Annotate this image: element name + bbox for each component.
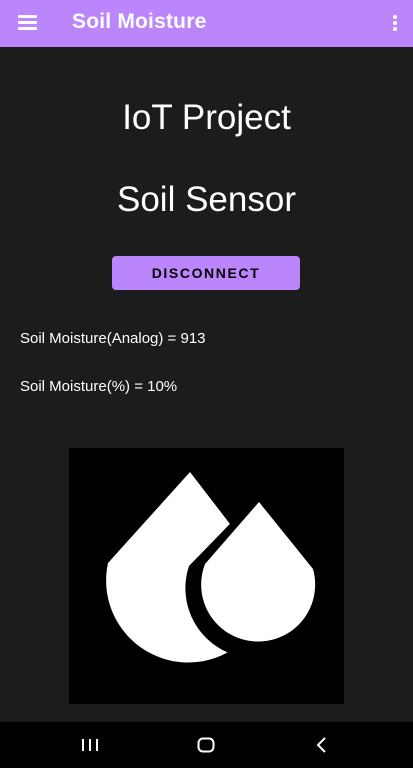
overflow-menu-icon[interactable] xyxy=(389,12,401,34)
project-heading: IoT Project xyxy=(122,98,291,137)
system-navigation-bar xyxy=(0,722,413,768)
hamburger-menu-icon[interactable] xyxy=(17,13,39,33)
water-drops-icon xyxy=(106,472,326,663)
home-icon[interactable] xyxy=(176,722,236,768)
water-drops-image xyxy=(69,448,344,704)
recent-apps-icon[interactable] xyxy=(60,722,120,768)
sensor-heading: Soil Sensor xyxy=(117,180,296,219)
app-title: Soil Moisture xyxy=(72,10,207,33)
back-icon[interactable] xyxy=(292,722,352,768)
percent-reading: Soil Moisture(%) = 10% xyxy=(20,378,178,395)
app-bar: Soil Moisture xyxy=(0,0,413,47)
disconnect-button[interactable]: DISCONNECT xyxy=(112,256,300,290)
analog-reading: Soil Moisture(Analog) = 913 xyxy=(20,330,206,347)
app-screen: Soil Moisture IoT Project Soil Sensor DI… xyxy=(0,0,413,768)
